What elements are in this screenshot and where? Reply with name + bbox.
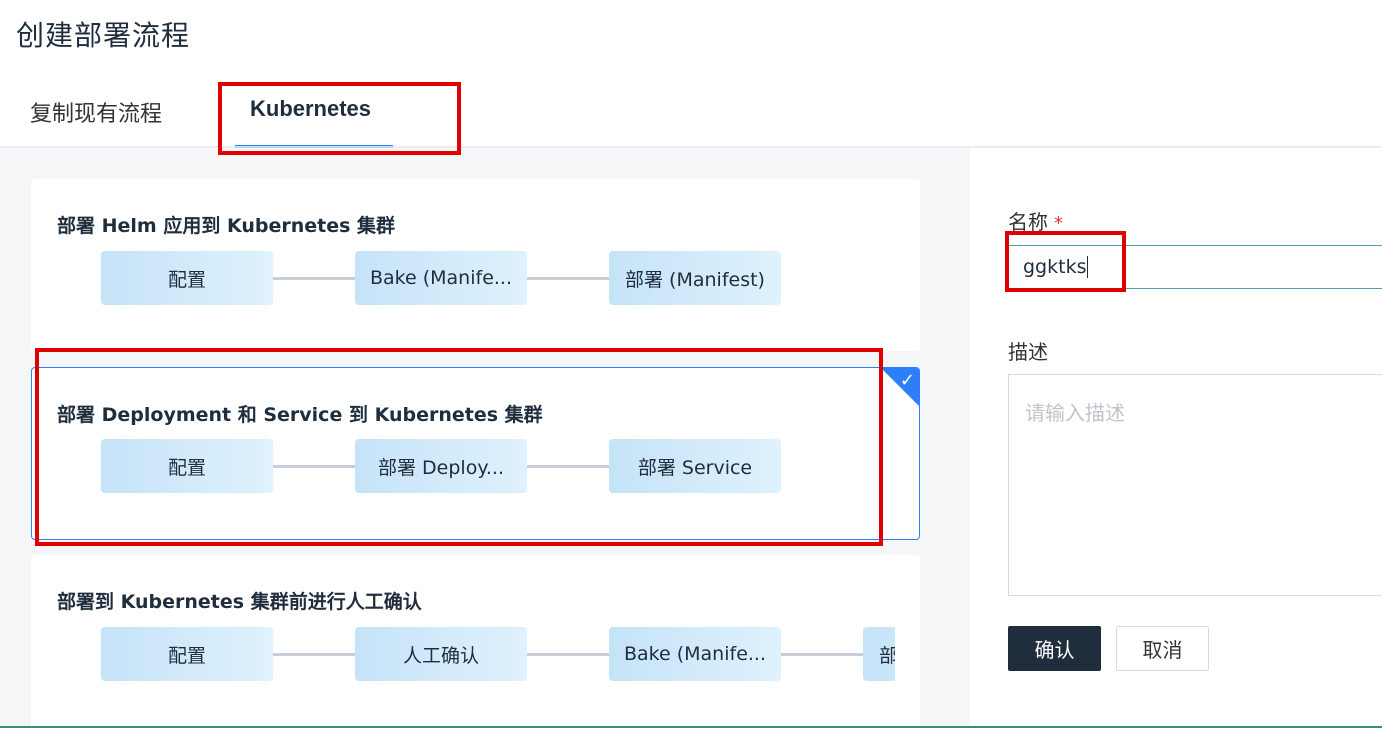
template-title: 部署 Helm 应用到 Kubernetes 集群 bbox=[57, 215, 396, 237]
checkmark-icon: ✓ bbox=[899, 370, 915, 391]
step-box: 配置 bbox=[101, 251, 273, 305]
step-connector bbox=[527, 465, 609, 468]
cancel-button[interactable]: 取消 bbox=[1116, 626, 1209, 671]
step-box: 部署 Service bbox=[609, 439, 781, 493]
template-card-manual-approval[interactable]: 部署到 Kubernetes 集群前进行人工确认 配置 人工确认 Bake (M… bbox=[31, 555, 920, 728]
name-label: 名称 * bbox=[1008, 206, 1063, 235]
page-title: 创建部署流程 bbox=[16, 19, 191, 52]
template-title: 部署 Deployment 和 Service 到 Kubernetes 集群 bbox=[57, 404, 543, 426]
text-caret bbox=[1087, 256, 1089, 278]
pipeline-steps: 配置 部署 Deploy... 部署 Service bbox=[101, 439, 901, 493]
step-box: 部 bbox=[863, 627, 895, 681]
step-box: 部署 (Manifest) bbox=[609, 251, 781, 305]
step-box: 配置 bbox=[101, 439, 273, 493]
template-card-deployment-service[interactable]: 部署 Deployment 和 Service 到 Kubernetes 集群 … bbox=[31, 367, 920, 540]
step-connector bbox=[527, 653, 609, 656]
name-input-value: ggktks bbox=[1023, 256, 1087, 278]
pipeline-steps: 配置 Bake (Manife... 部署 (Manifest) bbox=[101, 251, 901, 305]
step-connector bbox=[273, 465, 355, 468]
name-input[interactable]: ggktks bbox=[1008, 245, 1382, 289]
step-box: 部署 Deploy... bbox=[355, 439, 527, 493]
step-box: 人工确认 bbox=[355, 627, 527, 681]
tab-kubernetes[interactable]: Kubernetes bbox=[250, 96, 371, 122]
bottom-divider bbox=[0, 726, 1382, 728]
confirm-button[interactable]: 确认 bbox=[1008, 626, 1101, 671]
required-mark: * bbox=[1054, 213, 1063, 234]
step-box: Bake (Manife... bbox=[609, 627, 781, 681]
template-title: 部署到 Kubernetes 集群前进行人工确认 bbox=[57, 591, 422, 613]
name-label-text: 名称 bbox=[1008, 210, 1048, 234]
template-card-helm[interactable]: 部署 Helm 应用到 Kubernetes 集群 配置 Bake (Manif… bbox=[31, 179, 920, 351]
pipeline-steps: 配置 人工确认 Bake (Manife... 部 bbox=[101, 627, 895, 681]
template-list-panel: 部署 Helm 应用到 Kubernetes 集群 配置 Bake (Manif… bbox=[0, 148, 970, 728]
tab-bar: 复制现有流程 Kubernetes bbox=[0, 82, 1382, 148]
step-connector bbox=[273, 277, 355, 280]
step-connector bbox=[781, 653, 863, 656]
step-connector bbox=[273, 653, 355, 656]
description-textarea[interactable]: 请输入描述 bbox=[1008, 374, 1382, 596]
step-box: Bake (Manife... bbox=[355, 251, 527, 305]
step-box: 配置 bbox=[101, 627, 273, 681]
tab-copy-existing[interactable]: 复制现有流程 bbox=[30, 96, 162, 128]
description-label: 描述 bbox=[1008, 340, 1048, 364]
step-connector bbox=[527, 277, 609, 280]
